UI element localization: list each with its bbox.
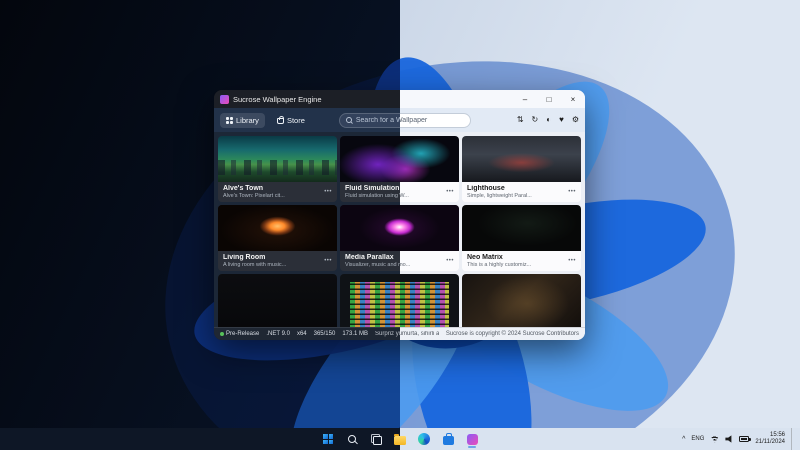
system-tray: ^ ENG 15:56 21/11/2024 [682, 428, 800, 450]
thumbnail-pixelart-town [218, 136, 337, 182]
sucrose-app-icon [220, 95, 229, 104]
wallpaper-card-living-room[interactable]: Living Room A living room with music... … [218, 205, 337, 271]
wifi-icon[interactable] [710, 436, 719, 443]
card-title: Lighthouse [467, 185, 564, 192]
tray-overflow-chevron[interactable]: ^ [682, 436, 685, 443]
theme-toggle-icon[interactable]: ◐ [546, 116, 551, 124]
card-menu-button[interactable]: ••• [324, 258, 332, 264]
tray-date: 21/11/2024 [755, 439, 785, 447]
card-title: Living Room [223, 254, 320, 261]
card-menu-button[interactable]: ••• [446, 189, 454, 195]
wallpaper-card-alves-town[interactable]: Alve's Town Alve's Town: Pixelart cit...… [218, 136, 337, 202]
search-icon [348, 435, 356, 443]
tab-store[interactable]: Store [271, 113, 311, 128]
card-title: Neo Matrix [467, 254, 564, 261]
library-icon [226, 117, 233, 124]
edge-browser-icon [418, 433, 430, 445]
thumbnail-lighthouse [462, 136, 581, 182]
card-menu-button[interactable]: ••• [568, 258, 576, 264]
release-status: Pre-Release [220, 331, 259, 337]
thumbnail-dark-matrix [462, 205, 581, 251]
card-subtitle: This is a highly customiz... [467, 262, 564, 268]
task-view-button[interactable] [367, 430, 385, 448]
card-title: Alve's Town [223, 185, 320, 192]
close-button[interactable]: × [561, 90, 585, 108]
thumbnail-motherboard [462, 274, 581, 327]
store-bag-icon [277, 118, 284, 124]
architecture: x64 [297, 331, 307, 337]
card-menu-button[interactable]: ••• [568, 189, 576, 195]
refresh-icon[interactable]: ↻ [532, 116, 539, 124]
window-controls: – □ × [513, 90, 585, 108]
taskbar-search-button[interactable] [343, 430, 361, 448]
copyright-text: Sucrose is copyright © 2024 Sucrose Cont… [446, 331, 579, 337]
screenshot-root: Sucrose Wallpaper Engine – □ × Library S… [0, 0, 800, 450]
minimize-button[interactable]: – [513, 90, 537, 108]
tab-library[interactable]: Library [220, 113, 265, 128]
wallpaper-card-partial-3[interactable] [462, 274, 581, 327]
wallpaper-card-partial-1[interactable] [218, 274, 337, 327]
settings-icon[interactable]: ⚙ [572, 116, 579, 124]
sucrose-app-icon [467, 434, 478, 445]
thumbnail-dark-scene [218, 274, 337, 327]
navbar-actions: ⇅ ↻ ◐ ♥ ⚙ [517, 116, 579, 124]
microsoft-store-icon [443, 436, 454, 445]
tray-time: 15:56 [770, 432, 785, 440]
card-subtitle: Simple, lightweight Paral... [467, 193, 564, 199]
sucrose-taskbar-button[interactable] [463, 430, 481, 448]
wallpaper-card-lighthouse[interactable]: Lighthouse Simple, lightweight Paral... … [462, 136, 581, 202]
tab-store-label: Store [287, 116, 305, 125]
taskbar-clock[interactable]: 15:56 21/11/2024 [755, 432, 785, 447]
window-title: Sucrose Wallpaper Engine [233, 95, 322, 104]
running-app-indicator [468, 446, 476, 448]
donate-icon[interactable]: ♥ [559, 116, 564, 124]
frame-counter: 365/150 [314, 331, 336, 337]
battery-icon[interactable] [739, 436, 749, 442]
microsoft-store-button[interactable] [439, 430, 457, 448]
search-icon [346, 117, 352, 123]
task-view-icon [371, 434, 382, 445]
card-subtitle: A living room with music... [223, 262, 320, 268]
language-indicator[interactable]: ENG [691, 436, 704, 442]
wallpaper-card-neo-matrix[interactable]: Neo Matrix This is a highly customiz... … [462, 205, 581, 271]
maximize-button[interactable]: □ [537, 90, 561, 108]
tab-library-label: Library [236, 116, 259, 125]
thumbnail-glowing-room [218, 205, 337, 251]
start-button[interactable] [319, 430, 337, 448]
volume-icon[interactable] [725, 435, 733, 443]
release-status-dot [220, 332, 224, 336]
memory-usage: 173.1 MB [342, 331, 368, 337]
windows-logo-icon [323, 434, 333, 444]
card-menu-button[interactable]: ••• [446, 258, 454, 264]
dotnet-version: .NET 9.0 [266, 331, 290, 337]
card-subtitle: Alve's Town: Pixelart cit... [223, 193, 320, 199]
sort-icon[interactable]: ⇅ [517, 116, 524, 124]
edge-button[interactable] [415, 430, 433, 448]
card-menu-button[interactable]: ••• [324, 189, 332, 195]
show-desktop-button[interactable] [791, 428, 794, 450]
